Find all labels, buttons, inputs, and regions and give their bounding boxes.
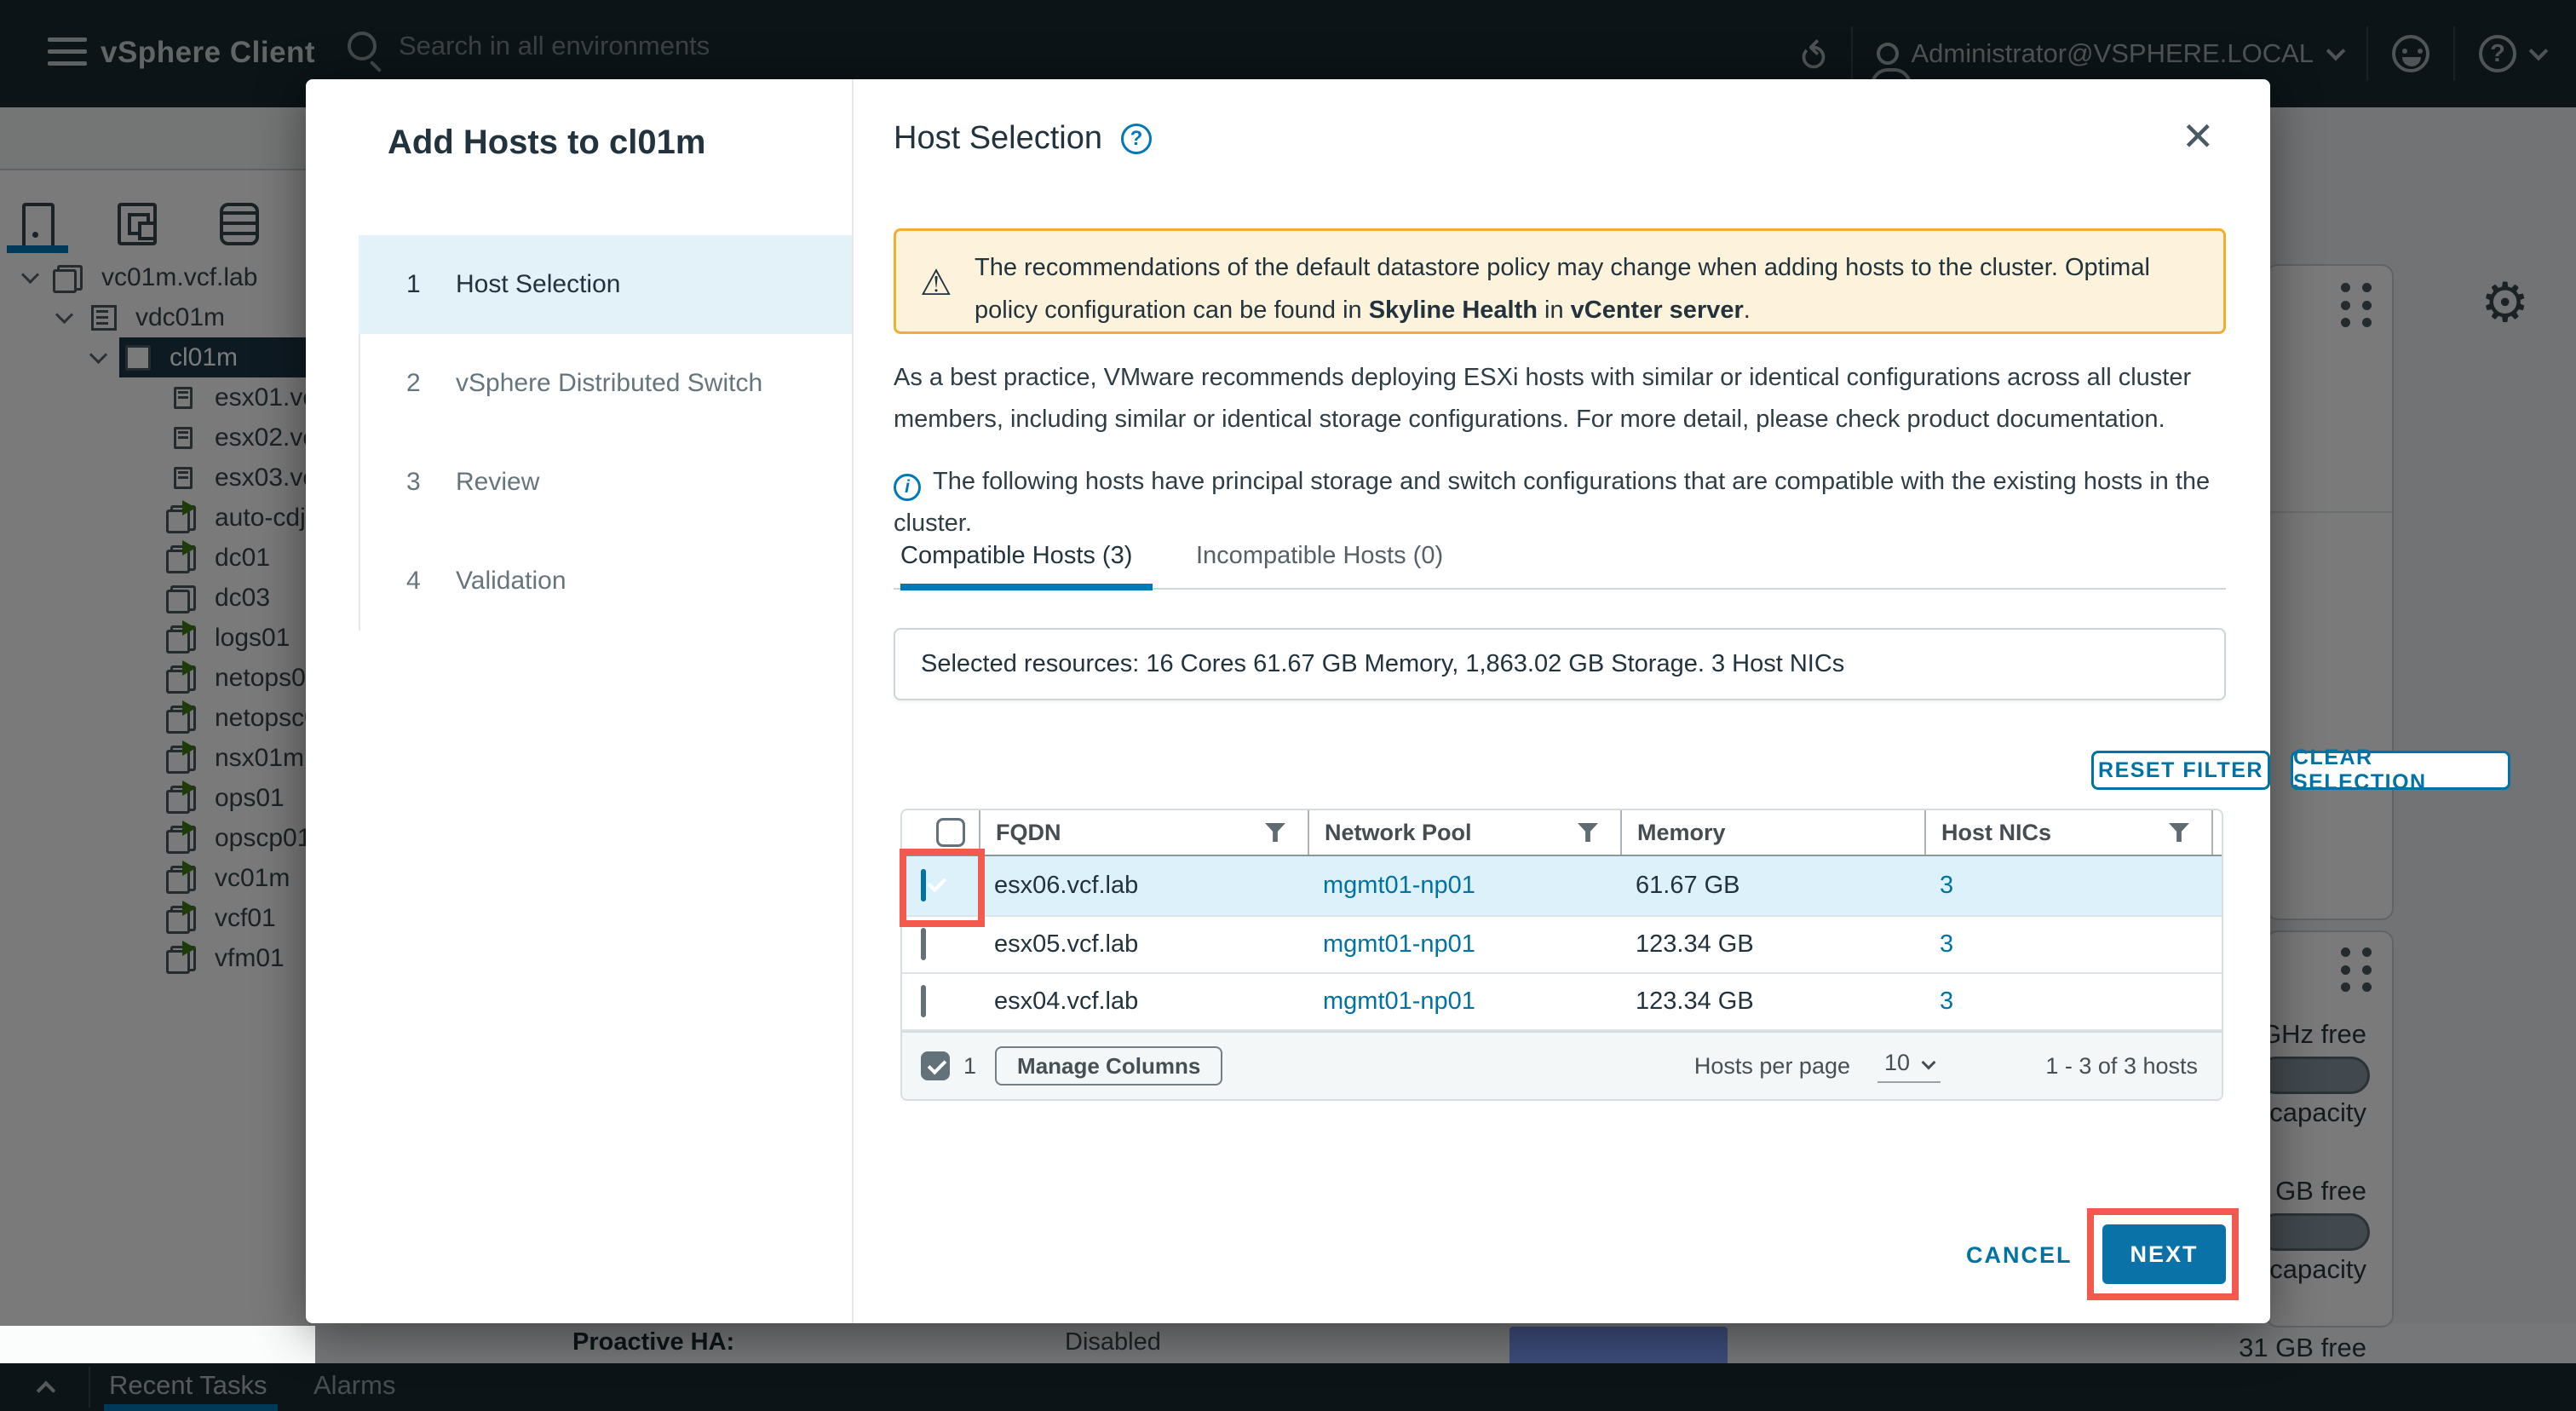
wizard-steps-panel: Add Hosts to cl01m 1 Host Selection 2 vS… <box>306 79 854 1323</box>
clear-selection-button[interactable]: CLEAR SELECTION <box>2291 751 2510 790</box>
hosts-per-page-label: Hosts per page <box>1694 1053 1850 1080</box>
help-circle-icon[interactable]: ? <box>1121 124 1152 154</box>
pagination-range: 1 - 3 of 3 hosts <box>2045 1053 2198 1080</box>
next-button[interactable]: NEXT <box>2102 1224 2226 1284</box>
sidebar-footer-strip <box>0 1326 315 1363</box>
select-all-cell <box>902 810 979 855</box>
memory-cell: 61.67 GB <box>1620 872 1924 900</box>
warning-banner: ⚠ The recommendations of the default dat… <box>894 228 2226 334</box>
info-icon: i <box>894 474 921 501</box>
filter-icon[interactable] <box>2169 823 2189 842</box>
column-header[interactable]: Memory <box>1620 810 1924 855</box>
host-tabs: Compatible Hosts (3) Incompatible Hosts … <box>894 542 2226 590</box>
column-header[interactable]: Host NICs <box>1924 810 2211 855</box>
warning-icon: ⚠ <box>920 262 952 303</box>
wizard-step[interactable]: 1 Host Selection <box>359 235 852 334</box>
step-number: 4 <box>406 567 456 596</box>
select-chevron-icon <box>1922 1055 1936 1069</box>
info-note: iThe following hosts have principal stor… <box>894 461 2226 544</box>
row-checkbox[interactable] <box>921 985 926 1017</box>
close-icon[interactable]: ✕ <box>2182 113 2215 159</box>
selected-resources-box: Selected resources: 16 Cores 61.67 GB Me… <box>894 628 2226 700</box>
spacer-cell <box>2211 810 2223 855</box>
memory-cell: 123.34 GB <box>1620 930 1924 959</box>
row-checkbox[interactable] <box>921 928 926 960</box>
fqdn-cell: esx05.vcf.lab <box>979 930 1308 959</box>
page-title-row: Host Selection ? <box>894 120 1152 157</box>
filter-icon[interactable] <box>1578 823 1598 842</box>
add-hosts-wizard: Add Hosts to cl01m 1 Host Selection 2 vS… <box>306 79 2270 1323</box>
hosts-table: FQDN Network Pool Memory Host NICs <box>900 809 2223 1101</box>
memory-cell: 123.34 GB <box>1620 988 1924 1016</box>
wizard-step[interactable]: 4 Validation <box>359 532 852 631</box>
selected-count: 1 <box>963 1053 976 1080</box>
network-pool-link[interactable]: mgmt01-np01 <box>1308 872 1620 900</box>
step-number: 3 <box>406 468 456 497</box>
fqdn-cell: esx04.vcf.lab <box>979 988 1308 1016</box>
network-pool-link[interactable]: mgmt01-np01 <box>1308 988 1620 1016</box>
select-all-checkbox[interactable] <box>936 818 965 847</box>
manage-columns-button[interactable]: Manage Columns <box>995 1046 1222 1086</box>
filter-icon[interactable] <box>1265 823 1285 842</box>
wizard-steps: 1 Host Selection 2 vSphere Distributed S… <box>359 235 852 631</box>
step-label: Host Selection <box>456 270 620 299</box>
partial-select-checkbox[interactable] <box>921 1051 950 1080</box>
table-header: FQDN Network Pool Memory Host NICs <box>902 810 2222 856</box>
table-footer: 1 Manage Columns Hosts per page 10 1 - 3… <box>902 1031 2222 1099</box>
step-label: Review <box>456 468 539 497</box>
step-number: 2 <box>406 369 456 398</box>
step-label: Validation <box>456 567 566 596</box>
tab-compatible-hosts[interactable]: Compatible Hosts (3) <box>900 542 1132 570</box>
network-pool-link[interactable]: mgmt01-np01 <box>1308 930 1620 959</box>
host-nics-link[interactable]: 3 <box>1924 988 2211 1016</box>
page-title: Host Selection <box>894 120 1102 157</box>
vsphere-client-screen: vSphere Client Search in all environment… <box>0 0 2576 1411</box>
column-header[interactable]: FQDN <box>979 810 1308 855</box>
wizard-step[interactable]: 3 Review <box>359 433 852 532</box>
cancel-button[interactable]: CANCEL <box>1966 1242 2073 1269</box>
selected-resources-text: Selected resources: 16 Cores 61.67 GB Me… <box>921 650 1844 678</box>
hosts-per-page-select[interactable]: 10 <box>1877 1050 1941 1083</box>
wizard-step[interactable]: 2 vSphere Distributed Switch <box>359 334 852 433</box>
host-row[interactable]: esx04.vcf.lab mgmt01-np01 123.34 GB 3 <box>902 974 2222 1031</box>
warning-text: The recommendations of the default datas… <box>975 246 2210 331</box>
fqdn-cell: esx06.vcf.lab <box>979 872 1308 900</box>
column-header[interactable]: Network Pool <box>1308 810 1620 855</box>
host-row[interactable]: esx05.vcf.lab mgmt01-np01 123.34 GB 3 <box>902 917 2222 974</box>
step-label: vSphere Distributed Switch <box>456 369 762 398</box>
active-tab-underline <box>900 584 1153 590</box>
host-nics-link[interactable]: 3 <box>1924 872 2211 900</box>
best-practice-text: As a best practice, VMware recommends de… <box>894 357 2231 441</box>
tab-incompatible-hosts[interactable]: Incompatible Hosts (0) <box>1196 542 1443 570</box>
host-nics-link[interactable]: 3 <box>1924 930 2211 959</box>
filter-actions: RESET FILTER CLEAR SELECTION <box>894 751 2226 790</box>
step-number: 1 <box>406 270 456 299</box>
reset-filter-button[interactable]: RESET FILTER <box>2091 751 2270 790</box>
host-row[interactable]: esx06.vcf.lab mgmt01-np01 61.67 GB 3 <box>902 856 2222 917</box>
row-checkbox[interactable] <box>921 869 926 901</box>
wizard-title: Add Hosts to cl01m <box>388 124 705 162</box>
